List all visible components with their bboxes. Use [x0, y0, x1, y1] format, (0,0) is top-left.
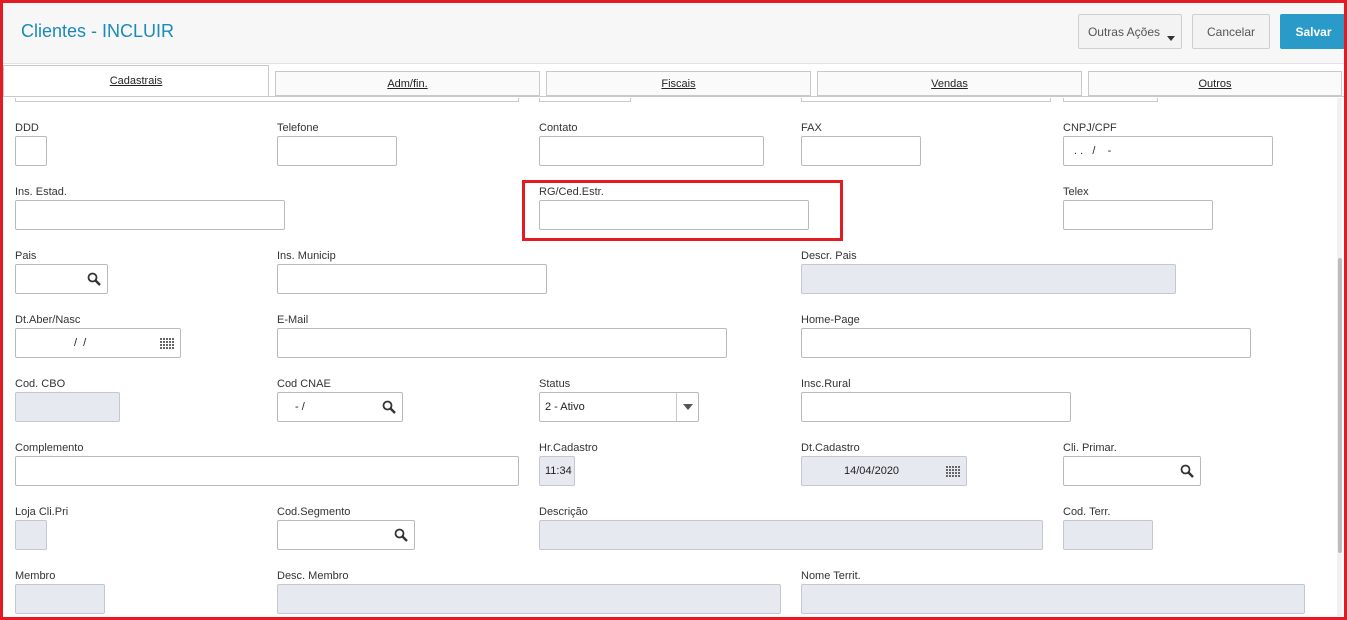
hr-cadastro-input: 11:34	[539, 456, 575, 486]
ins-municip-input[interactable]	[277, 264, 547, 294]
highlight-box	[522, 180, 843, 241]
status-label: Status	[539, 378, 571, 390]
caret-down-icon	[1167, 36, 1175, 41]
cod-cbo-input	[15, 392, 120, 422]
tabs-divider	[0, 96, 1347, 97]
descricao-label: Descrição	[539, 506, 588, 518]
fax-input[interactable]	[801, 136, 921, 166]
search-icon[interactable]	[382, 400, 396, 414]
tab-cadastrais[interactable]: Cadastrais	[3, 65, 269, 96]
cod-cnae-label: Cod CNAE	[277, 378, 331, 390]
email-label: E-Mail	[277, 314, 309, 326]
complemento-input[interactable]	[15, 456, 519, 486]
membro-input	[15, 584, 105, 614]
cod-segmento-input[interactable]	[277, 520, 415, 550]
status-select[interactable]: 2 - Ativo	[539, 392, 699, 422]
dt-aber-nasc-label: Dt.Aber/Nasc	[15, 314, 81, 326]
tab-fiscais[interactable]: Fiscais	[546, 71, 811, 96]
scrolled-field-edge	[15, 98, 519, 102]
dt-cadastro-label: Dt.Cadastro	[801, 442, 860, 454]
search-icon[interactable]	[394, 528, 408, 542]
loja-cli-pri-input	[15, 520, 47, 550]
scrollbar-thumb[interactable]	[1338, 258, 1342, 553]
outras-acoes-label: Outras Ações	[1087, 24, 1161, 39]
descricao-input	[539, 520, 1043, 550]
cod-cbo-label: Cod. CBO	[15, 378, 66, 390]
cancel-button[interactable]: Cancelar	[1192, 14, 1270, 49]
insc-rural-label: Insc.Rural	[801, 378, 851, 390]
cod-segmento-label: Cod.Segmento	[277, 506, 351, 518]
desc-membro-input	[277, 584, 781, 614]
cod-terr-label: Cod. Terr.	[1063, 506, 1111, 518]
cnpj-cpf-input[interactable]: . . / -	[1063, 136, 1273, 166]
save-button[interactable]: Salvar	[1280, 14, 1347, 49]
home-page-label: Home-Page	[801, 314, 860, 326]
ddd-label: DDD	[15, 122, 39, 134]
dt-aber-nasc-input[interactable]: / /	[15, 328, 181, 358]
cod-cnae-input[interactable]: - /	[277, 392, 403, 422]
descr-pais-input	[801, 264, 1176, 294]
calendar-icon	[946, 466, 960, 477]
cnpj-cpf-label: CNPJ/CPF	[1063, 122, 1117, 134]
hr-cadastro-label: Hr.Cadastro	[539, 442, 598, 454]
telex-label: Telex	[1063, 186, 1089, 198]
membro-label: Membro	[15, 570, 56, 582]
desc-membro-label: Desc. Membro	[277, 570, 349, 582]
cli-primar-label: Cli. Primar.	[1063, 442, 1117, 454]
complemento-label: Complemento	[15, 442, 84, 454]
scrolled-field-edge	[539, 98, 631, 102]
insc-rural-input[interactable]	[801, 392, 1071, 422]
scrolled-field-edge	[1063, 98, 1158, 102]
outras-acoes-button[interactable]: Outras Ações	[1078, 14, 1182, 49]
telefone-input[interactable]	[277, 136, 397, 166]
ins-municip-label: Ins. Municip	[277, 250, 336, 262]
tab-vendas[interactable]: Vendas	[817, 71, 1082, 96]
tab-outros[interactable]: Outros	[1088, 71, 1342, 96]
search-icon[interactable]	[1180, 464, 1194, 478]
ins-estad-label: Ins. Estad.	[15, 186, 67, 198]
calendar-icon[interactable]	[160, 338, 174, 349]
cod-terr-input	[1063, 520, 1153, 550]
email-input[interactable]	[277, 328, 727, 358]
dt-cadastro-input: 14/04/2020	[801, 456, 967, 486]
ins-estad-input[interactable]	[15, 200, 285, 230]
scrolled-field-edge	[801, 98, 1051, 102]
page-header: Clientes - INCLUIR Outras Ações Cancelar…	[0, 0, 1347, 64]
nome-territ-input	[801, 584, 1305, 614]
tab-adm-fin[interactable]: Adm/fin.	[275, 71, 540, 96]
contato-label: Contato	[539, 122, 578, 134]
page-title: Clientes - INCLUIR	[21, 21, 175, 41]
pais-label: Pais	[15, 250, 37, 262]
descr-pais-label: Descr. Pais	[801, 250, 857, 262]
ddd-input[interactable]	[15, 136, 47, 166]
loja-cli-pri-label: Loja Cli.Pri	[15, 506, 69, 518]
telex-input[interactable]	[1063, 200, 1213, 230]
fax-label: FAX	[801, 122, 822, 134]
chevron-down-icon[interactable]	[676, 393, 698, 421]
tab-bar: Cadastrais Adm/fin. Fiscais Vendas Outro…	[0, 64, 1347, 98]
search-icon[interactable]	[87, 272, 101, 286]
cli-primar-input[interactable]	[1063, 456, 1201, 486]
contato-input[interactable]	[539, 136, 764, 166]
telefone-label: Telefone	[277, 122, 319, 134]
pais-input[interactable]	[15, 264, 108, 294]
home-page-input[interactable]	[801, 328, 1251, 358]
nome-territ-label: Nome Territ.	[801, 570, 861, 582]
